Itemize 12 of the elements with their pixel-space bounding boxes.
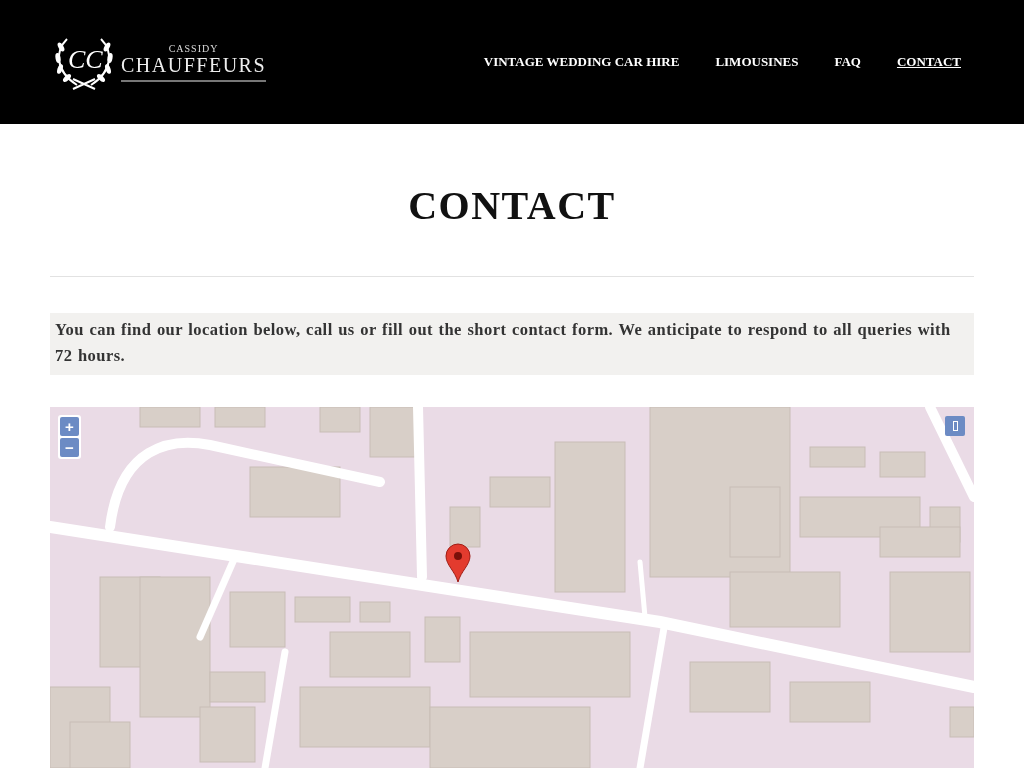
map-marker-icon <box>445 543 471 583</box>
layers-button[interactable] <box>945 416 965 436</box>
nav-link[interactable]: FAQ <box>834 54 861 70</box>
logo-title: CHAUFFEURS <box>121 53 267 82</box>
logo-monogram: CC <box>68 45 103 75</box>
nav-link[interactable]: CONTACT <box>896 54 961 70</box>
intro-text: You can find our location below, call us or fill out the short contact form. We anticipate to respond to all queries with 72 hours. <box>50 313 974 375</box>
page-title: CONTACT <box>407 182 617 230</box>
nav-link[interactable]: LIMOUSINES <box>715 54 799 70</box>
logo-subtitle: CASSIDY <box>168 42 219 54</box>
nav-link[interactable]: VINTAGE WEDDING CAR HIRE <box>483 54 680 70</box>
square-icon <box>952 421 958 431</box>
